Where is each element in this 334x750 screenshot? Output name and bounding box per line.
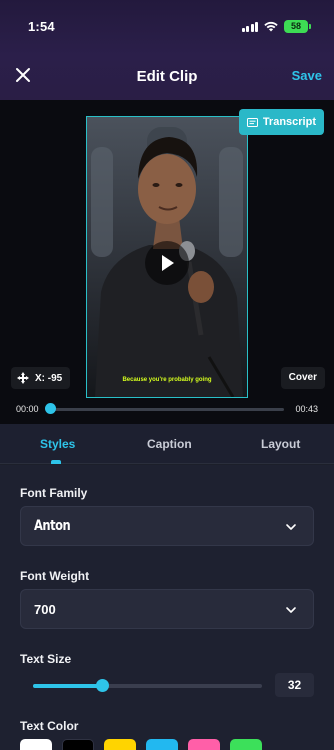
cover-button[interactable]: Cover xyxy=(280,367,325,389)
color-swatch[interactable] xyxy=(188,739,220,750)
battery-icon: 58 xyxy=(284,20,311,33)
font-family-select[interactable]: Anton xyxy=(20,506,314,546)
page-title: Edit Clip xyxy=(136,68,198,85)
tab-layout[interactable]: Layout xyxy=(261,437,300,451)
font-family-label: Font Family xyxy=(20,486,88,500)
playback-progress-bar[interactable] xyxy=(48,408,284,411)
color-swatch[interactable] xyxy=(230,739,262,750)
color-swatch[interactable] xyxy=(146,739,178,750)
font-weight-value: 700 xyxy=(34,602,56,617)
position-control[interactable]: X: -95 xyxy=(11,367,71,389)
save-button[interactable]: Save xyxy=(292,68,322,83)
text-size-label: Text Size xyxy=(20,652,72,666)
text-color-swatches xyxy=(20,739,334,750)
color-swatch[interactable] xyxy=(20,739,52,750)
transcript-label: Transcript xyxy=(262,116,316,128)
video-preview: Transcript Because you're probably going… xyxy=(0,100,334,424)
status-bar: 1:54 58 xyxy=(0,0,334,48)
caption-subtitle: Because you're probably going xyxy=(122,377,212,383)
font-weight-label: Font Weight xyxy=(20,569,90,583)
tab-caption[interactable]: Caption xyxy=(147,437,192,451)
transcript-icon xyxy=(246,117,258,127)
play-button[interactable] xyxy=(145,241,189,285)
nav-bar: Edit Clip Save xyxy=(0,56,334,96)
styles-panel: Font Family Anton Font Weight 700 Text S… xyxy=(0,465,334,750)
font-family-value: Anton xyxy=(34,518,71,534)
wifi-icon xyxy=(264,21,278,32)
editor-tabs: Styles Caption Layout xyxy=(0,424,334,464)
color-swatch[interactable] xyxy=(62,739,94,750)
position-value: X: -95 xyxy=(35,372,63,384)
color-swatch[interactable] xyxy=(104,739,136,750)
font-weight-select[interactable]: 700 xyxy=(20,589,314,629)
cellular-signal-icon xyxy=(241,21,258,32)
text-size-slider-thumb[interactable] xyxy=(95,679,109,692)
chevron-down-icon xyxy=(286,607,296,613)
move-arrows-icon xyxy=(17,372,29,384)
text-size-slider-fill xyxy=(33,684,102,688)
transcript-button[interactable]: Transcript xyxy=(238,109,324,135)
text-color-label: Text Color xyxy=(20,719,79,733)
current-time: 00:00 xyxy=(16,404,39,414)
chevron-down-icon xyxy=(286,524,296,530)
text-size-slider[interactable] xyxy=(33,684,262,688)
tab-styles[interactable]: Styles xyxy=(40,437,75,451)
active-tab-indicator xyxy=(51,460,61,464)
play-icon xyxy=(162,255,174,271)
status-time: 1:54 xyxy=(28,19,55,34)
playback-scrubber[interactable] xyxy=(45,403,56,414)
text-size-value[interactable]: 32 xyxy=(275,673,314,697)
top-bar: 1:54 58 Edit Clip Save xyxy=(0,0,334,100)
status-icons: 58 xyxy=(241,20,311,33)
total-duration: 00:43 xyxy=(295,404,318,414)
